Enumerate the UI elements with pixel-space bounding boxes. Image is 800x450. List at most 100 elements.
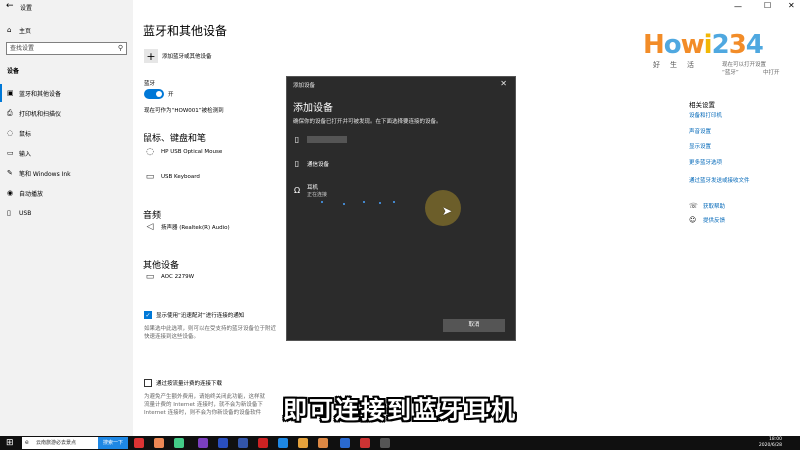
close-icon[interactable]: ✕ (788, 1, 795, 10)
sidebar-item-typing[interactable]: ▭ 输入 (0, 144, 133, 162)
device-item[interactable]: ▭ AOC 2279W (143, 272, 194, 282)
taskbar-app-icon[interactable] (278, 438, 288, 448)
taskbar-app-icon[interactable] (360, 438, 370, 448)
taskbar-app-icon[interactable] (298, 438, 308, 448)
phone-icon: ▯ (294, 159, 300, 168)
clock-date: 2020/6/28 (758, 443, 782, 448)
add-device-button[interactable]: + 添加蓝牙或其他设备 (144, 49, 212, 63)
sidebar-item-mouse[interactable]: ◌ 鼠标 (0, 124, 133, 142)
sidebar-item-pen[interactable]: ✎ 笔和 Windows Ink (0, 164, 133, 182)
sidebar-item-printers[interactable]: ⎙ 打印机和扫描仪 (0, 104, 133, 122)
sidebar-item-label: USB (19, 209, 32, 217)
device-item[interactable]: ◌ HP USB Optical Mouse (143, 147, 222, 157)
link-display-settings[interactable]: 显示设置 (689, 142, 711, 150)
close-icon[interactable]: ✕ (500, 79, 507, 88)
feedback-link[interactable]: ☺ 提供反馈 (689, 216, 725, 224)
page-title: 蓝牙和其他设备 (143, 24, 228, 38)
blurred-device-name (307, 136, 347, 143)
search-icon: e (25, 439, 29, 446)
speaker-icon: ◁ (146, 222, 154, 232)
device-list-item[interactable]: ▯ (291, 135, 347, 144)
sidebar-item-label: 打印机和扫描仪 (19, 110, 62, 118)
settings-taskbar-icon[interactable] (380, 438, 390, 448)
progress-dot (321, 201, 323, 203)
taskbar-app-icon[interactable] (134, 438, 144, 448)
device-item[interactable]: ◁ 扬声器 (Realtek(R) Audio) (143, 222, 230, 232)
back-arrow-icon[interactable]: ← (6, 1, 14, 11)
sidebar-item-label: 自动播放 (19, 190, 44, 198)
discoverable-text: 现在可作为“HOW001”被检测到 (144, 108, 224, 114)
taskbar-clock[interactable]: 18:00 2020/6/28 (759, 437, 782, 449)
headphones-icon: Ω (293, 186, 301, 195)
audio-section-title: 音频 (143, 211, 162, 221)
sidebar-item-label: 鼠标 (19, 130, 32, 138)
autoplay-icon: ◉ (7, 189, 14, 197)
minimize-icon[interactable]: — (734, 2, 742, 11)
taskbar-app-icon[interactable] (198, 438, 208, 448)
taskbar-app-icon[interactable] (238, 438, 248, 448)
device-name: 通信设备 (307, 161, 330, 168)
device-name: HP USB Optical Mouse (161, 149, 223, 155)
taskbar-app-icon[interactable] (154, 438, 164, 448)
other-section-title: 其他设备 (143, 261, 180, 271)
device-status: 正在连接 (307, 192, 328, 198)
search-input[interactable]: 查找设置 ⚲ (6, 42, 127, 55)
window-title: 设置 (20, 5, 33, 12)
maximize-icon[interactable]: ☐ (764, 1, 771, 10)
windows-start-icon[interactable]: ⊞ (6, 438, 14, 448)
taskbar-app-icon[interactable] (218, 438, 228, 448)
sidebar-item-label: 蓝牙和其他设备 (19, 90, 62, 98)
printer-icon: ⎙ (7, 108, 13, 117)
watermark-logo: Howi234 (643, 30, 764, 60)
taskbar-search[interactable]: e 云南旅游必去景点 搜索一下 (22, 437, 128, 449)
mouse-cursor-icon: ➤ (442, 204, 453, 218)
sidebar-item-label: 笔和 Windows Ink (19, 170, 71, 178)
metered-label: 通过按流量计费的连接下载 (156, 381, 223, 387)
get-help-label: 获取帮助 (703, 204, 726, 210)
swift-pair-desc: 快速连接到这些设备。 (144, 334, 200, 340)
related-settings-title: 相关设置 (689, 101, 715, 109)
device-list-item[interactable]: Ω 耳机 正在连接 (291, 183, 327, 198)
swift-pair-label: 显示使用“迅速配对”进行连接的通知 (156, 313, 245, 319)
sidebar-item-autoplay[interactable]: ◉ 自动播放 (0, 184, 133, 202)
link-send-receive-files[interactable]: 通过蓝牙发送或接收文件 (689, 176, 750, 184)
device-name: AOC 2279W (161, 274, 195, 280)
progress-dot (393, 201, 395, 203)
device-item[interactable]: ▭ USB Keyboard (143, 172, 200, 182)
bluetooth-toggle[interactable] (144, 89, 164, 99)
right-partial-text: “蓝牙” (722, 70, 739, 76)
device-name: USB Keyboard (161, 174, 200, 180)
keyboard-icon: ▭ (145, 172, 155, 182)
taskbar-app-icon[interactable] (340, 438, 350, 448)
taskbar-app-icon[interactable] (318, 438, 328, 448)
watermark-slogan: 好生活 (653, 61, 704, 69)
keyboard-icon: ▭ (7, 149, 14, 157)
feedback-label: 提供反馈 (703, 218, 726, 224)
phone-icon: ▯ (294, 135, 300, 144)
swift-pair-checkbox[interactable]: ✓ (144, 311, 152, 319)
sidebar-item-label: 输入 (19, 150, 32, 158)
taskbar-app-icon[interactable] (258, 438, 268, 448)
sidebar-item-home[interactable]: ⌂ 主页 (0, 21, 133, 39)
cancel-button[interactable]: 取消 (443, 319, 505, 332)
dialog-description: 确保你的设备已打开并可被发现。在下面选择要连接的设备。 (293, 119, 442, 125)
device-list-item[interactable]: ▯ 通信设备 (291, 159, 329, 168)
sidebar-item-bluetooth[interactable]: ▣ 蓝牙和其他设备 (0, 84, 133, 102)
search-button[interactable]: 搜索一下 (98, 437, 128, 449)
link-more-bluetooth[interactable]: 更多蓝牙选项 (689, 158, 722, 166)
progress-dot (343, 203, 345, 205)
plus-icon: + (144, 49, 158, 63)
get-help-link[interactable]: ☏ 获取帮助 (689, 202, 725, 210)
swift-pair-option[interactable]: ✓ 显示使用“迅速配对”进行连接的通知 (144, 311, 244, 319)
metered-checkbox[interactable] (144, 379, 152, 387)
dialog-heading: 添加设备 (293, 103, 333, 114)
sidebar-item-usb[interactable]: ▯ USB (0, 204, 133, 222)
home-icon: ⌂ (7, 26, 12, 34)
taskbar-app-icon[interactable] (174, 438, 184, 448)
bluetooth-icon: ▣ (7, 89, 14, 97)
metered-option[interactable]: 通过按流量计费的连接下载 (144, 379, 222, 387)
device-name: 扬声器 (Realtek(R) Audio) (161, 225, 230, 231)
link-devices-printers[interactable]: 设备和打印机 (689, 111, 722, 119)
search-placeholder: 查找设置 (10, 45, 35, 52)
link-sound-settings[interactable]: 声音设置 (689, 127, 711, 135)
